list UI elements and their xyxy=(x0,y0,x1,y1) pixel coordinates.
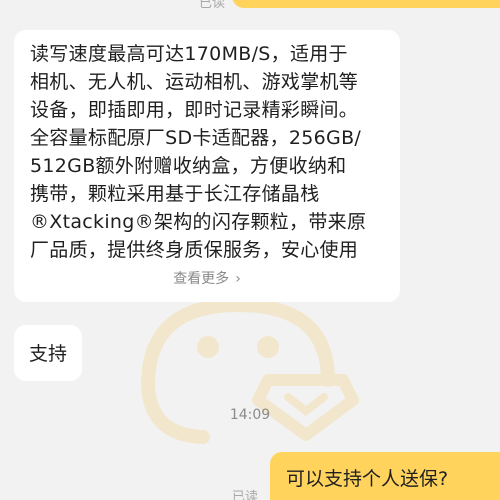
see-more-label: 查看更多 xyxy=(173,271,230,287)
mascot-watermark-icon xyxy=(141,298,359,444)
product-line: 全容量标配原厂SD卡适配器，256GB/ xyxy=(30,127,362,149)
incoming-support-message[interactable]: 支持 xyxy=(14,325,82,381)
message-text: 可以支持个人送保? xyxy=(286,468,449,490)
product-line: 厂品质，提供终身质保服务，安心使用 xyxy=(30,239,359,261)
message-text: 支持 xyxy=(29,343,68,365)
product-line: 512GB额外附赠收纳盒，方便收纳和 xyxy=(30,155,347,177)
product-line: 读写速度最高可达170MB/S，适用于 xyxy=(30,43,348,65)
incoming-product-message[interactable]: 读写速度最高可达170MB/S，适用于 相机、无人机、运动相机、游戏掌机等 设备… xyxy=(14,30,400,302)
read-status-bottom: 已读 xyxy=(232,490,259,500)
chevron-right-icon: › xyxy=(235,271,241,287)
product-line: 携带，颗粒采用基于长江存储晶栈 xyxy=(30,183,320,205)
product-line: 设备，即插即用，即时记录精彩瞬间。 xyxy=(30,99,359,121)
message-timestamp: 14:09 xyxy=(229,407,271,423)
see-more-link[interactable]: 查看更多 › xyxy=(14,268,400,288)
outgoing-message[interactable]: 可以支持个人送保? xyxy=(270,452,500,500)
product-description: 读写速度最高可达170MB/S，适用于 相机、无人机、运动相机、游戏掌机等 设备… xyxy=(30,40,392,264)
outgoing-bubble-previous[interactable] xyxy=(232,0,500,8)
read-status-top: 已读 xyxy=(198,0,225,11)
product-line: 相机、无人机、运动相机、游戏掌机等 xyxy=(30,71,359,93)
product-line: ®Xtacking®架构的闪存颗粒，带来原 xyxy=(30,211,367,233)
chat-screen: 已读 读写速度最高可达170MB/S，适用于 相机、无人机、运动相机、游戏掌机等… xyxy=(0,0,500,500)
